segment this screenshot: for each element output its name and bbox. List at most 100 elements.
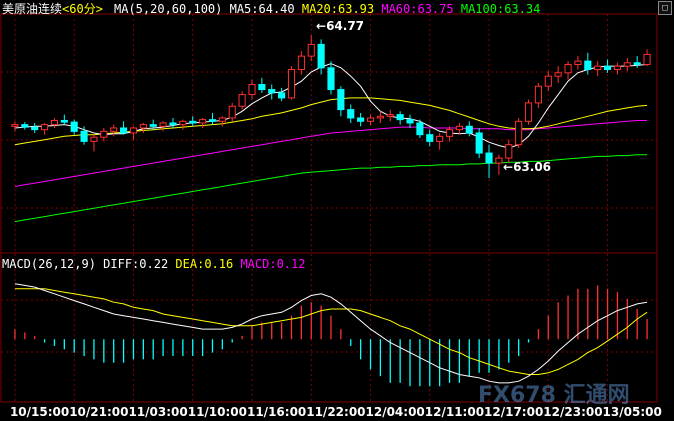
x-tick-label: 10/21:00 [69, 405, 129, 419]
candle-body [208, 119, 217, 122]
x-tick-label: 11/22:00 [306, 405, 366, 419]
x-tick-label: 12/17:00 [484, 405, 544, 419]
candle-body [505, 144, 513, 159]
macd-params: MACD(26,12,9) [2, 257, 96, 271]
x-tick-label: 11/10:00 [187, 405, 247, 419]
ma20-value: MA20:63.93 [301, 2, 375, 16]
candle-body [613, 65, 621, 70]
candle-body [120, 127, 128, 134]
low-annotation: ←63.06 [503, 160, 552, 174]
diff-value: DIFF:0.22 [103, 257, 169, 271]
candle-body [50, 119, 59, 126]
high-value: 64.77 [326, 19, 365, 33]
candle-body [268, 89, 276, 94]
candle-body [524, 102, 533, 122]
x-tick-label: 13/05:00 [602, 405, 662, 419]
candle-body [633, 62, 641, 65]
ma-line-ma20 [14, 97, 648, 146]
candle-body [426, 134, 434, 142]
candle-body [228, 105, 236, 119]
candle-body [238, 94, 246, 107]
candle-body [11, 124, 19, 127]
candle-body [317, 43, 325, 69]
candle-body [31, 126, 39, 131]
x-tick-label: 10/15:00 [9, 405, 70, 419]
candle-body [544, 75, 552, 87]
candle-body [60, 119, 68, 123]
candle-body [623, 62, 631, 67]
candle-body [436, 135, 444, 142]
candle-body [584, 60, 592, 70]
candle-body [396, 114, 404, 121]
ma-line-ma60 [14, 120, 648, 187]
x-tick-label: 12/11:00 [424, 405, 485, 419]
candle-body [485, 152, 493, 164]
candle-body [643, 53, 651, 65]
x-tick-label: 12/23:00 [543, 405, 603, 419]
candle-body [41, 124, 49, 131]
candle-body [603, 65, 612, 70]
candle-body [594, 65, 602, 70]
candle-body [386, 114, 394, 117]
candle-body [297, 55, 305, 70]
chart-window: 美原油连续<60分> MA(5,20,60,100) MA5:64.40 MA2… [0, 0, 674, 421]
price-header: 美原油连续<60分> [2, 2, 103, 16]
ma-header: MA(5,20,60,100) MA5:64.40 MA20:63.93 MA6… [114, 2, 540, 16]
candle-body [416, 122, 424, 136]
ma100-value: MA100:63.34 [460, 2, 541, 16]
x-tick-label: 11/03:00 [128, 405, 188, 419]
candle-body [327, 67, 335, 91]
candle-body [80, 130, 88, 142]
candle-body [169, 122, 177, 126]
candle-body [495, 157, 503, 164]
candle-body [406, 119, 414, 124]
candle-body [445, 129, 454, 137]
candle-body [574, 60, 582, 65]
candle-body [258, 84, 266, 91]
symbol-name: 美原油连续 [2, 2, 63, 16]
x-tick-label: 11/16:00 [246, 405, 307, 419]
candle-body [307, 43, 315, 57]
chart-canvas [0, 13, 658, 403]
candle-body [287, 68, 296, 99]
candle-body [90, 136, 98, 142]
candle-body [218, 117, 226, 122]
ma60-value: MA60:63.75 [381, 2, 454, 16]
candle-body [21, 124, 29, 128]
ma5-value: MA5:64.40 [229, 2, 295, 16]
macd-header: MACD(26,12,9) DIFF:0.22 DEA:0.16 MACD:0.… [2, 257, 305, 271]
window-restore-icon[interactable]: □ [658, 1, 672, 15]
period-label: <60分> [62, 2, 103, 16]
candle-body [455, 125, 463, 131]
low-value: 63.06 [513, 160, 552, 174]
candle-body [100, 130, 108, 138]
candle-body [189, 120, 197, 124]
candle-body [534, 85, 542, 104]
ma-params: MA(5,20,60,100) [114, 2, 223, 16]
candle-body [515, 120, 523, 146]
candle-body [337, 89, 345, 111]
candle-body [139, 124, 147, 129]
candle-body [347, 109, 355, 119]
candle-body [179, 120, 187, 126]
candle-body [149, 124, 157, 127]
candle-body [357, 117, 365, 122]
candle-body [564, 63, 572, 74]
x-tick-label: 12/04:00 [365, 405, 425, 419]
candle-body [159, 122, 167, 127]
candle-body [554, 72, 562, 77]
candle-body [376, 115, 384, 119]
ma-line-ma100 [14, 154, 648, 223]
candle-body [366, 117, 375, 122]
candle-body [70, 121, 78, 132]
candle-body [248, 84, 256, 96]
candle-body [129, 127, 138, 134]
candle-body [110, 127, 118, 132]
candle-body [475, 132, 483, 154]
macd-value: MACD:0.12 [240, 257, 306, 271]
candle-body [199, 119, 207, 124]
high-annotation: ←64.77 [316, 19, 365, 33]
dea-value: DEA:0.16 [175, 257, 234, 271]
candle-body [465, 125, 473, 134]
candle-body [278, 92, 286, 99]
